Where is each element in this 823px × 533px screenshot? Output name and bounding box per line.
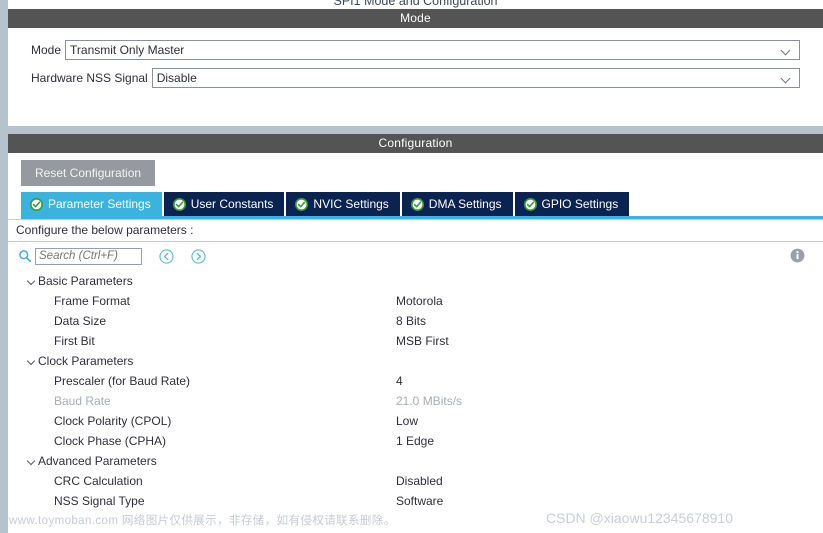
green-check-icon (523, 197, 537, 211)
green-check-icon (30, 197, 43, 211)
tree-row-value[interactable]: Software (396, 494, 823, 508)
tree-row-clock-polarity[interactable]: Clock Polarity (CPOL) Low (8, 411, 823, 431)
configuration-section: Configuration Reset Configuration Parame… (8, 134, 823, 533)
tree-row-value[interactable]: MSB First (396, 334, 823, 348)
mode-section-header: Mode (8, 9, 823, 28)
mode-dropdown[interactable]: Transmit Only Master (65, 40, 800, 60)
tree-group-label: Basic Parameters (38, 274, 133, 288)
tree-row-label: CRC Calculation (54, 474, 143, 488)
tree-row-label: Frame Format (54, 294, 131, 308)
chevron-down-icon[interactable] (24, 451, 38, 471)
spi-config-panel: SPI1 Mode and Configuration Mode Mode Tr… (0, 0, 823, 533)
tree-row-label: First Bit (54, 334, 95, 348)
mode-section: Mode Mode Transmit Only Master Hardware … (8, 9, 823, 90)
tree-row-label: Data Size (54, 314, 107, 328)
tree-row-data-size[interactable]: Data Size 8 Bits (8, 311, 823, 331)
tree-row-value[interactable]: Low (396, 414, 823, 428)
tree-row-clock-phase[interactable]: Clock Phase (CPHA) 1 Edge (8, 431, 823, 451)
tree-row-value[interactable]: Motorola (396, 294, 823, 308)
tree-row-label: Prescaler (for Baud Rate) (54, 374, 191, 388)
search-input[interactable] (35, 247, 142, 265)
tree-row-crc-calculation[interactable]: CRC Calculation Disabled (8, 471, 823, 491)
tree-row-value[interactable]: 8 Bits (396, 314, 823, 328)
tree-row-label: Baud Rate (54, 394, 111, 408)
search-icon (19, 250, 32, 263)
green-check-icon (295, 197, 309, 211)
chevron-down-icon (782, 41, 791, 59)
tree-row-label: Clock Polarity (CPOL) (54, 414, 172, 428)
chevron-down-icon[interactable] (24, 271, 38, 291)
tree-row-value: 21.0 MBits/s (396, 394, 463, 408)
hardware-nss-signal-dropdown[interactable]: Disable (151, 68, 800, 88)
green-check-icon (172, 197, 186, 211)
tree-row-value[interactable]: 4 (396, 374, 823, 388)
info-icon[interactable] (790, 248, 805, 263)
parameter-tree: Basic Parameters Frame Format Motorola D… (8, 270, 823, 511)
tree-group-label: Advanced Parameters (38, 454, 157, 468)
tab-label: NVIC Settings (313, 197, 389, 211)
mode-section-body: Mode Transmit Only Master Hardware NSS S… (8, 28, 823, 90)
settings-tabbar: Parameter Settings User Constants NVIC S… (21, 192, 823, 219)
tree-row-label: NSS Signal Type (54, 494, 145, 508)
tree-row-value[interactable]: Disabled (396, 474, 823, 488)
tab-user-constants[interactable]: User Constants (163, 192, 287, 216)
tab-label: DMA Settings (428, 197, 502, 211)
chevron-down-icon[interactable] (24, 351, 38, 371)
tree-group-basic-parameters[interactable]: Basic Parameters (8, 271, 823, 291)
reset-row: Reset Configuration (8, 153, 823, 192)
circle-right-arrow-icon[interactable] (191, 248, 206, 264)
tree-group-label: Clock Parameters (38, 354, 134, 368)
tab-nvic-settings[interactable]: NVIC Settings (286, 192, 402, 216)
hardware-nss-signal-value: Disable (156, 71, 197, 85)
settings-tabs: Parameter Settings User Constants NVIC S… (21, 192, 823, 216)
tab-dma-settings[interactable]: DMA Settings (401, 192, 515, 216)
configure-hint: Configure the below parameters : (8, 219, 823, 242)
mode-dropdown-value: Transmit Only Master (70, 43, 185, 57)
tab-parameter-settings[interactable]: Parameter Settings (21, 192, 164, 216)
tab-label: GPIO Settings (541, 197, 619, 211)
tree-row-nss-signal-type[interactable]: NSS Signal Type Software (8, 491, 823, 511)
tab-label: User Constants (190, 197, 274, 211)
configuration-body: Reset Configuration Parameter Settings U… (8, 153, 823, 533)
mode-field-row: Mode Transmit Only Master (31, 40, 800, 60)
chevron-down-icon (782, 69, 791, 87)
mode-field-label: Mode (31, 43, 62, 57)
left-rail-strip (0, 0, 8, 533)
watermark-right: CSDN @xiaowu12345678910 (546, 510, 733, 526)
tree-row-baud-rate: Baud Rate 21.0 MBits/s (8, 391, 823, 411)
panel-divider (0, 126, 823, 134)
tree-row-first-bit[interactable]: First Bit MSB First (8, 331, 823, 351)
tab-gpio-settings[interactable]: GPIO Settings (514, 192, 632, 216)
hardware-nss-signal-label: Hardware NSS Signal (31, 71, 148, 85)
page-title: SPI1 Mode and Configuration (8, 0, 823, 8)
tree-row-frame-format[interactable]: Frame Format Motorola (8, 291, 823, 311)
tab-label: Parameter Settings (48, 197, 151, 211)
watermark-left: www.toymoban.com 网络图片仅供展示，非存储，如有侵权请联系删除。 (9, 515, 396, 527)
tree-row-label: Clock Phase (CPHA) (54, 434, 167, 448)
tree-group-advanced-parameters[interactable]: Advanced Parameters (8, 451, 823, 471)
green-check-icon (410, 197, 424, 211)
circle-left-arrow-icon[interactable] (159, 248, 174, 264)
tree-row-value[interactable]: 1 Edge (396, 434, 823, 448)
reset-configuration-button[interactable]: Reset Configuration (21, 160, 156, 186)
configuration-section-header: Configuration (8, 134, 823, 153)
hardware-nss-signal-field-row: Hardware NSS Signal Disable (31, 68, 800, 88)
tree-group-clock-parameters[interactable]: Clock Parameters (8, 351, 823, 371)
search-row (8, 242, 823, 270)
tree-row-prescaler[interactable]: Prescaler (for Baud Rate) 4 (8, 371, 823, 391)
